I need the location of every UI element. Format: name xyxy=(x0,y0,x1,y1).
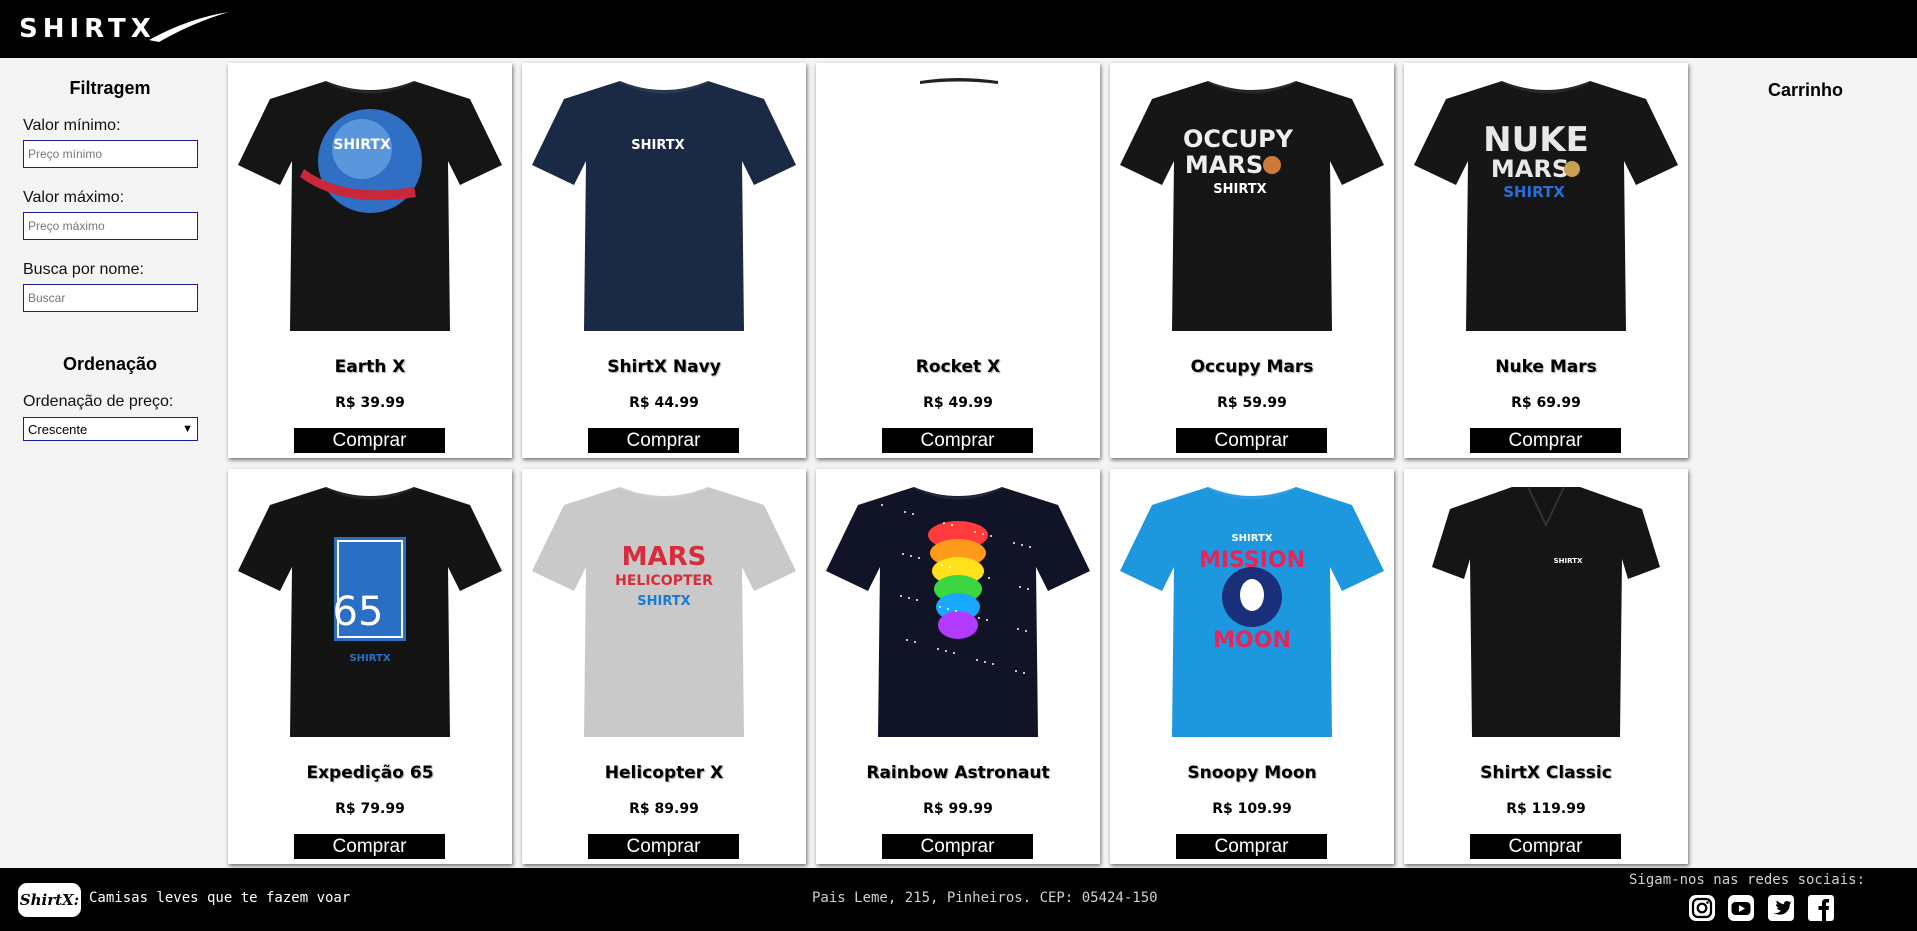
svg-text:HELICOPTER: HELICOPTER xyxy=(615,573,713,589)
svg-text:SHIRTX: SHIRTX xyxy=(1231,533,1272,544)
youtube-icon[interactable] xyxy=(1727,894,1755,922)
svg-text:SHIRTX: SHIRTX xyxy=(1554,557,1583,565)
product-name: ShirtX Navy xyxy=(607,357,721,377)
max-price-input[interactable] xyxy=(23,212,198,240)
buy-button[interactable]: Comprar xyxy=(1176,834,1327,859)
buy-button[interactable]: Comprar xyxy=(294,428,445,453)
product-price: R$ 69.99 xyxy=(1511,395,1581,411)
search-label: Busca por nome: xyxy=(23,261,144,278)
product-card: NUKE MARS SHIRTX Nuke Mars R$ 69.99 Compra… xyxy=(1404,63,1688,458)
svg-text:SHIRTX: SHIRTX xyxy=(1503,183,1565,201)
site-footer: ShirtX: Camisas leves que te fazem voar … xyxy=(0,868,1917,931)
product-price: R$ 39.99 xyxy=(335,395,405,411)
min-price-label: Valor mínimo: xyxy=(23,117,121,134)
product-card: SHIRTX Earth X R$ 39.99 Comprar xyxy=(228,63,512,458)
buy-button[interactable]: Comprar xyxy=(294,834,445,859)
svg-text:MARS: MARS xyxy=(1491,155,1569,183)
product-card: Rocket X R$ 49.99 Comprar xyxy=(816,63,1100,458)
svg-text:65: 65 xyxy=(333,589,384,635)
instagram-icon[interactable] xyxy=(1688,894,1716,922)
product-image: SHIRTX xyxy=(238,79,502,331)
site-header: SHIRTX xyxy=(0,0,1917,58)
product-card: SHIRTX MISSION MOON Snoopy Moon R$ 109.99 … xyxy=(1110,469,1394,864)
product-name: Snoopy Moon xyxy=(1187,763,1317,783)
svg-text:SHIRTX: SHIRTX xyxy=(637,594,690,609)
product-card: MARS HELICOPTER SHIRTX Helicopter X R$ 89.… xyxy=(522,469,806,864)
price-sort-label: Ordenação de preço: xyxy=(23,393,174,410)
facebook-icon[interactable] xyxy=(1807,894,1835,922)
product-card: SHIRTX ShirtX Classic R$ 119.99 Comprar xyxy=(1404,469,1688,864)
product-name: Earth X xyxy=(334,357,406,377)
min-price-input[interactable] xyxy=(23,140,198,168)
product-price: R$ 99.99 xyxy=(923,801,993,817)
buy-button[interactable]: Comprar xyxy=(1470,428,1621,453)
price-sort-value: Crescente xyxy=(28,421,88,437)
svg-text:SHIRTX: SHIRTX xyxy=(349,653,390,664)
footer-tagline: Camisas leves que te fazem voar xyxy=(89,890,351,906)
svg-text:SHIRTX: SHIRTX xyxy=(333,137,391,153)
product-name: Helicopter X xyxy=(604,763,724,783)
buy-button[interactable]: Comprar xyxy=(588,834,739,859)
product-name: Rainbow Astronaut xyxy=(866,763,1050,783)
product-image: 65 SHIRTX xyxy=(238,485,502,737)
product-price: R$ 49.99 xyxy=(923,395,993,411)
product-price: R$ 89.99 xyxy=(629,801,699,817)
product-image xyxy=(826,485,1090,737)
product-price: R$ 79.99 xyxy=(335,801,405,817)
product-name: ShirtX Classic xyxy=(1480,763,1612,783)
search-input[interactable] xyxy=(23,284,198,312)
product-name: Occupy Mars xyxy=(1190,357,1314,377)
product-name: Nuke Mars xyxy=(1495,357,1597,377)
sorting-heading: Ordenação xyxy=(62,354,158,374)
twitter-icon[interactable] xyxy=(1767,894,1795,922)
max-price-label: Valor máximo: xyxy=(23,189,125,206)
product-image: SHIRTX xyxy=(532,79,796,331)
product-card: 65 SHIRTX Expedição 65 R$ 79.99 Comprar xyxy=(228,469,512,864)
svg-text:MOON: MOON xyxy=(1213,628,1291,653)
buy-button[interactable]: Comprar xyxy=(882,834,1033,859)
buy-button[interactable]: Comprar xyxy=(588,428,739,453)
chevron-down-icon: ▼ xyxy=(182,423,193,435)
product-card: SHIRTX ShirtX Navy R$ 44.99 Comprar xyxy=(522,63,806,458)
product-name: Expedição 65 xyxy=(306,763,434,783)
svg-text:SHIRTX: SHIRTX xyxy=(1213,182,1266,197)
product-image: MARSHELICOPTER SHIRTX xyxy=(532,485,796,737)
logo-swoosh-icon xyxy=(149,12,229,42)
svg-text:OCCUPY: OCCUPY xyxy=(1183,125,1294,153)
product-price: R$ 44.99 xyxy=(629,395,699,411)
filter-heading: Filtragem xyxy=(69,78,151,98)
footer-logo: ShirtX: xyxy=(18,883,81,917)
product-image: OCCUPYMARS SHIRTX xyxy=(1120,79,1384,331)
svg-text:NUKE: NUKE xyxy=(1483,120,1589,160)
product-card: OCCUPY MARS SHIRTX Occupy Mars R$ 59.99 Co… xyxy=(1110,63,1394,458)
product-image: SHIRTXMISSIONMOON xyxy=(1120,485,1384,737)
buy-button[interactable]: Comprar xyxy=(1470,834,1621,859)
product-name: Rocket X xyxy=(915,357,1001,377)
product-image: SHIRTX xyxy=(1432,486,1660,737)
svg-text:SHIRTX: SHIRTX xyxy=(631,138,684,153)
svg-text:MARS: MARS xyxy=(622,542,707,572)
cart-title: Carrinho xyxy=(1767,80,1843,100)
footer-address: Pais Leme, 215, Pinheiros. CEP: 05424-15… xyxy=(812,890,1158,906)
product-image: NUKEMARSSHIRTX xyxy=(1414,79,1678,331)
product-price: R$ 119.99 xyxy=(1506,801,1586,817)
product-card: Rainbow Astronaut R$ 99.99 Comprar xyxy=(816,469,1100,864)
svg-text:MARS: MARS xyxy=(1185,151,1263,179)
price-sort-select[interactable]: Crescente ▼ xyxy=(23,417,198,441)
product-grid: SHIRTX Earth X R$ 39.99 Comprar SHIRTX S… xyxy=(228,63,1690,865)
product-image xyxy=(920,78,998,84)
site-logo[interactable]: SHIRTX xyxy=(19,6,234,46)
product-price: R$ 109.99 xyxy=(1212,801,1292,817)
buy-button[interactable]: Comprar xyxy=(1176,428,1327,453)
product-price: R$ 59.99 xyxy=(1217,395,1287,411)
buy-button[interactable]: Comprar xyxy=(882,428,1033,453)
social-label: Sigam-nos nas redes sociais: xyxy=(1629,872,1866,888)
